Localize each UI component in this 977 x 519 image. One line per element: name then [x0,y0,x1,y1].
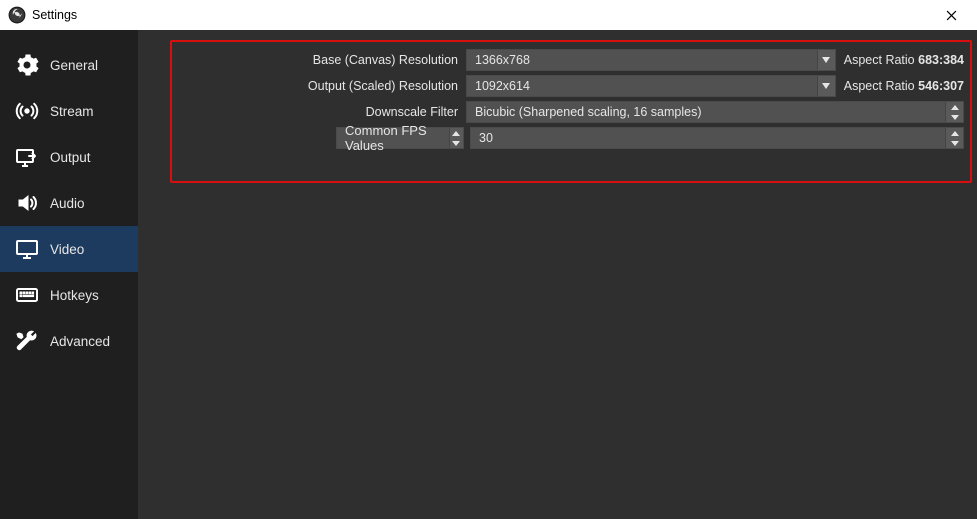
client-area: General Stream Output Audio Video [0,30,977,519]
fps-mode-label: Common FPS Values [337,128,449,148]
base-resolution-select[interactable]: 1366x768 [466,49,836,71]
obs-logo-icon [8,6,26,24]
sidebar-item-audio[interactable]: Audio [0,180,138,226]
sidebar-item-label: Audio [50,196,85,211]
chevron-down-icon[interactable] [817,76,835,96]
sidebar-item-output[interactable]: Output [0,134,138,180]
sidebar-item-label: Video [50,242,84,257]
updown-icon[interactable] [449,128,463,148]
sidebar-item-advanced[interactable]: Advanced [0,318,138,364]
output-resolution-select[interactable]: 1092x614 [466,75,836,97]
output-resolution-value: 1092x614 [467,76,817,96]
base-aspect-ratio: Aspect Ratio 683:384 [836,53,964,67]
sidebar-item-stream[interactable]: Stream [0,88,138,134]
tools-icon [14,328,40,354]
output-resolution-row: Output (Scaled) Resolution 1092x614 Aspe… [178,74,964,98]
output-icon [14,144,40,170]
downscale-filter-row: Downscale Filter Bicubic (Sharpened scal… [178,100,964,124]
fps-value-select[interactable]: 30 [470,127,964,149]
base-resolution-label: Base (Canvas) Resolution [178,53,466,67]
speaker-icon [14,190,40,216]
fps-mode-select[interactable]: Common FPS Values [336,127,464,149]
sidebar-item-video[interactable]: Video [0,226,138,272]
settings-sidebar: General Stream Output Audio Video [0,30,138,519]
sidebar-item-label: Output [50,150,91,165]
updown-icon[interactable] [945,102,963,122]
downscale-filter-label: Downscale Filter [178,105,466,119]
antenna-icon [14,98,40,124]
sidebar-item-label: Stream [50,104,94,119]
fps-row: Common FPS Values 30 [178,126,964,150]
window-close-button[interactable] [931,0,971,30]
sidebar-item-label: General [50,58,98,73]
base-resolution-row: Base (Canvas) Resolution 1366x768 Aspect… [178,48,964,72]
downscale-filter-value: Bicubic (Sharpened scaling, 16 samples) [467,102,945,122]
base-resolution-value: 1366x768 [467,50,817,70]
output-resolution-label: Output (Scaled) Resolution [178,79,466,93]
gear-icon [14,52,40,78]
updown-icon[interactable] [945,128,963,148]
downscale-filter-select[interactable]: Bicubic (Sharpened scaling, 16 samples) [466,101,964,123]
monitor-icon [14,236,40,262]
fps-value: 30 [471,128,945,148]
sidebar-item-label: Hotkeys [50,288,99,303]
output-aspect-ratio: Aspect Ratio 546:307 [836,79,964,93]
sidebar-item-general[interactable]: General [0,42,138,88]
video-settings-highlight: Base (Canvas) Resolution 1366x768 Aspect… [170,40,972,183]
keyboard-icon [14,282,40,308]
chevron-down-icon[interactable] [817,50,835,70]
sidebar-item-label: Advanced [50,334,110,349]
settings-content: Base (Canvas) Resolution 1366x768 Aspect… [138,30,977,519]
window-title: Settings [32,8,77,22]
titlebar: Settings [0,0,977,30]
sidebar-item-hotkeys[interactable]: Hotkeys [0,272,138,318]
